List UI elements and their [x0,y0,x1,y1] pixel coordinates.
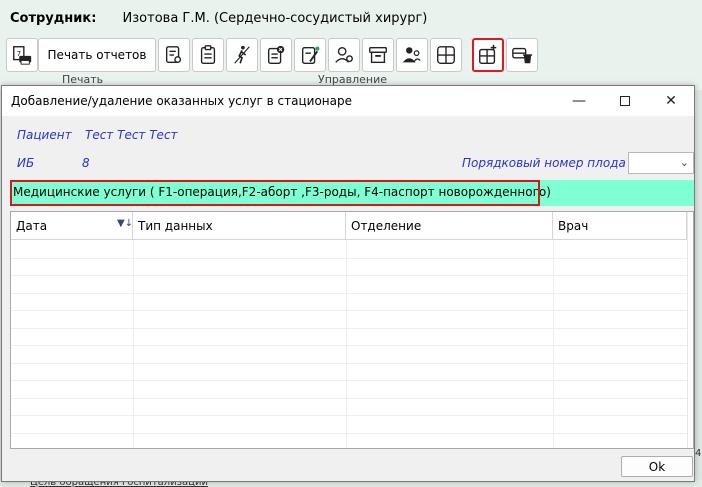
print-reports-button[interactable]: Печать отчетов [38,38,156,72]
doc-search-button[interactable] [158,38,190,72]
employee-label: Сотрудник: [10,11,97,26]
patient-label: Пациент [17,128,72,142]
edit-doc-button[interactable] [294,38,326,72]
background-panel-right [694,90,702,487]
transfer-button[interactable] [226,38,258,72]
walking-person-icon [234,45,250,64]
archive-button[interactable] [362,38,394,72]
table-row-line [11,257,693,259]
services-title-highlight [10,180,540,206]
user-button[interactable] [328,38,360,72]
clipboard-icon [200,45,216,64]
delete-document-icon [267,45,285,64]
delete-service-button[interactable] [506,38,538,72]
table-row-line [11,327,693,329]
close-button[interactable]: ✕ [648,86,694,116]
table-row-line [11,397,693,399]
table-header: Дата ▼↓ Тип данных Отделение Врач [11,212,693,240]
chevron-down-icon: ⌄ [679,156,689,169]
delete-doc-button[interactable] [260,38,292,72]
table-row-line [11,292,693,294]
grid-add-icon [479,44,497,64]
table-row-line [11,275,693,276]
minimize-icon: — [572,93,586,109]
ok-button[interactable]: Ok [621,456,693,477]
table-button[interactable] [430,38,462,72]
dialog-title: Добавление/удаление оказанных услуг в ст… [11,94,352,108]
fetus-order-select[interactable]: ⌄ [628,152,694,174]
add-service-button[interactable] [472,38,504,72]
background-number: 4 [695,448,702,459]
patient-name: Тест Тест Тест [85,128,178,142]
ib-value: 8 [82,156,90,170]
printer-button[interactable]: 7 [6,38,38,72]
column-header-date[interactable]: Дата [11,212,133,239]
minimize-button[interactable]: — [556,86,602,116]
grid-delete-icon [512,47,533,64]
table-row-line [11,380,693,381]
column-header-doctor[interactable]: Врач [553,212,687,239]
table-icon [437,46,455,64]
filter-sort-icon[interactable]: ▼↓ [117,218,133,229]
edit-document-icon [301,46,320,64]
table-row-line [11,345,693,346]
column-header-type[interactable]: Тип данных [133,212,346,239]
document-search-icon [165,46,182,64]
ib-label: ИБ [17,156,35,170]
table-row-line [11,362,693,364]
dialog-title-bar: Добавление/удаление оказанных услуг в ст… [2,86,694,116]
users-icon [402,47,421,63]
services-dialog: Добавление/удаление оказанных услуг в ст… [1,85,695,482]
close-icon: ✕ [665,93,677,109]
employee-row: Сотрудник: Изотова Г.М. (Сердечно-сосуди… [10,11,427,26]
employee-name: Изотова Г.М. (Сердечно-сосудистый хирург… [122,11,428,26]
user-icon [335,46,353,63]
services-table[interactable]: Дата ▼↓ Тип данных Отделение Врач [10,211,694,449]
vertical-scrollbar[interactable] [687,212,693,448]
maximize-icon [620,96,630,106]
app-header: Сотрудник: Изотова Г.М. (Сердечно-сосуди… [0,0,702,90]
clipboard-button[interactable] [192,38,224,72]
column-header-department[interactable]: Отделение [346,212,553,239]
printer-icon: 7 [13,46,32,65]
table-row-line [11,432,693,434]
fetus-order-label: Порядковый номер плода [462,156,626,170]
maximize-button[interactable] [602,86,648,116]
archive-icon [369,46,387,64]
table-row-line [11,415,693,416]
table-row-line [11,310,693,311]
users-button[interactable] [396,38,428,72]
